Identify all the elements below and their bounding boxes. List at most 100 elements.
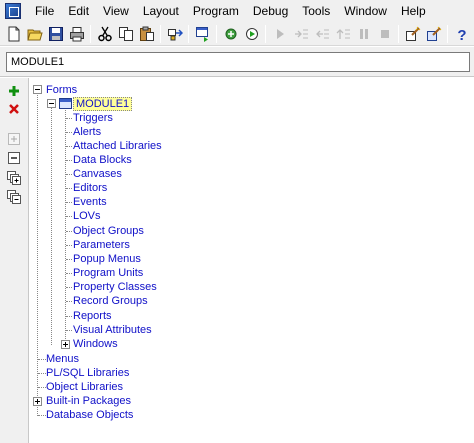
- copy-button[interactable]: [115, 23, 136, 44]
- create-icon: [9, 86, 19, 96]
- toolbar-separator: [447, 24, 448, 43]
- cut-button[interactable]: [94, 23, 115, 44]
- open-button[interactable]: [24, 23, 45, 44]
- run-debug-button[interactable]: [241, 23, 262, 44]
- builtin-packages-expand-toggle[interactable]: [33, 397, 42, 406]
- delete-icon: [9, 104, 19, 114]
- delete-button[interactable]: [5, 100, 23, 118]
- collapse-button[interactable]: [5, 149, 23, 167]
- tree-connector: [38, 415, 46, 416]
- tree-node-editors[interactable]: Editors: [73, 181, 107, 195]
- menu-window[interactable]: Window: [337, 0, 394, 22]
- print-button[interactable]: [66, 23, 87, 44]
- tree-connector: [66, 202, 72, 203]
- tree-node-forms[interactable]: Forms: [46, 83, 77, 97]
- paste-button[interactable]: [136, 23, 157, 44]
- print-icon: [69, 26, 84, 41]
- object-name-field[interactable]: MODULE1: [6, 52, 470, 72]
- go-button[interactable]: [269, 23, 290, 44]
- tree-node-builtin-packages[interactable]: Built-in Packages: [46, 394, 131, 408]
- step-out-icon: [336, 28, 350, 39]
- tree-node-property-classes[interactable]: Property Classes: [73, 280, 157, 294]
- run-form-button[interactable]: [192, 23, 213, 44]
- tree-node-popup-menus[interactable]: Popup Menus: [73, 252, 141, 266]
- menu-view[interactable]: View: [96, 0, 136, 22]
- expand-all-button[interactable]: [5, 169, 23, 187]
- debug-button[interactable]: [220, 23, 241, 44]
- tree-node-lovs[interactable]: LOVs: [73, 209, 101, 223]
- stop-icon: [380, 29, 389, 38]
- tree-node-alerts[interactable]: Alerts: [73, 125, 101, 139]
- menu-help[interactable]: Help: [394, 0, 433, 22]
- tree-node-triggers[interactable]: Triggers: [73, 111, 113, 125]
- tree-connector: [38, 359, 46, 360]
- app-icon: [5, 3, 21, 19]
- create-button[interactable]: [5, 82, 23, 100]
- windows-expand-toggle[interactable]: [61, 340, 70, 349]
- run-icon: [245, 27, 258, 40]
- expand-button[interactable]: [5, 130, 23, 148]
- tree-node-record-groups[interactable]: Record Groups: [73, 294, 148, 308]
- tree-node-plsql-libraries[interactable]: PL/SQL Libraries: [46, 366, 129, 380]
- menu-file[interactable]: File: [28, 0, 61, 22]
- tree-node-canvases[interactable]: Canvases: [73, 167, 122, 181]
- new-icon: [8, 26, 19, 41]
- tree-connector: [37, 90, 38, 416]
- menu-program[interactable]: Program: [186, 0, 246, 22]
- stop-button[interactable]: [374, 23, 395, 44]
- expand-icon: [8, 133, 20, 145]
- step-out-button[interactable]: [332, 23, 353, 44]
- save-icon: [48, 26, 63, 41]
- tree-node-object-libraries[interactable]: Object Libraries: [46, 380, 123, 394]
- tree-connector: [66, 146, 72, 147]
- tree-connector: [66, 216, 72, 217]
- wizard-icon: [405, 26, 420, 41]
- tree-node-module1[interactable]: MODULE1: [73, 97, 133, 111]
- tree-node-visual-attributes[interactable]: Visual Attributes: [73, 323, 152, 337]
- save-button[interactable]: [45, 23, 66, 44]
- tree-node-database-objects[interactable]: Database Objects: [46, 408, 133, 422]
- pause-button[interactable]: [353, 23, 374, 44]
- svg-text:?: ?: [457, 27, 466, 42]
- toolbar-separator: [160, 24, 161, 43]
- paste-icon: [139, 26, 154, 41]
- menu-edit[interactable]: Edit: [61, 0, 96, 22]
- tree-node-data-blocks[interactable]: Data Blocks: [73, 153, 132, 167]
- tree-connector: [38, 387, 46, 388]
- tree-node-menus[interactable]: Menus: [46, 352, 79, 366]
- object-name-bar: MODULE1: [0, 47, 474, 77]
- compile-icon: [167, 28, 183, 40]
- tree-node-reports[interactable]: Reports: [73, 309, 112, 323]
- menu-debug[interactable]: Debug: [246, 0, 295, 22]
- menu-tools[interactable]: Tools: [295, 0, 337, 22]
- step-into-icon: [294, 29, 308, 38]
- tree-node-events[interactable]: Events: [73, 195, 107, 209]
- new-button[interactable]: [3, 23, 24, 44]
- compile-button[interactable]: [164, 23, 185, 44]
- forms-collapse-toggle[interactable]: [33, 85, 42, 94]
- menu-layout[interactable]: Layout: [136, 0, 186, 22]
- collapse-all-icon: [7, 190, 21, 204]
- tree-node-parameters[interactable]: Parameters: [73, 238, 130, 252]
- tree-node-program-units[interactable]: Program Units: [73, 266, 143, 280]
- layout-wizard-icon: [426, 26, 441, 41]
- tree-connector: [66, 259, 72, 260]
- wizard-button[interactable]: [402, 23, 423, 44]
- navigator-toolbar: [0, 78, 29, 443]
- form-module-icon: [59, 98, 72, 109]
- module-collapse-toggle[interactable]: [47, 99, 56, 108]
- step-over-icon: [315, 29, 329, 38]
- tree-node-windows[interactable]: Windows: [73, 337, 118, 351]
- go-icon: [276, 28, 284, 39]
- tree-node-object-groups[interactable]: Object Groups: [73, 224, 144, 238]
- collapse-all-button[interactable]: [5, 188, 23, 206]
- tree-connector: [51, 107, 52, 345]
- toolbar-separator: [265, 24, 266, 43]
- step-icon: [225, 28, 236, 39]
- step-into-button[interactable]: [290, 23, 311, 44]
- layout-wizard-button[interactable]: [423, 23, 444, 44]
- tree-node-attached-libraries[interactable]: Attached Libraries: [73, 139, 162, 153]
- help-button[interactable]: ?: [451, 23, 472, 44]
- go-icon: [359, 28, 368, 39]
- step-over-button[interactable]: [311, 23, 332, 44]
